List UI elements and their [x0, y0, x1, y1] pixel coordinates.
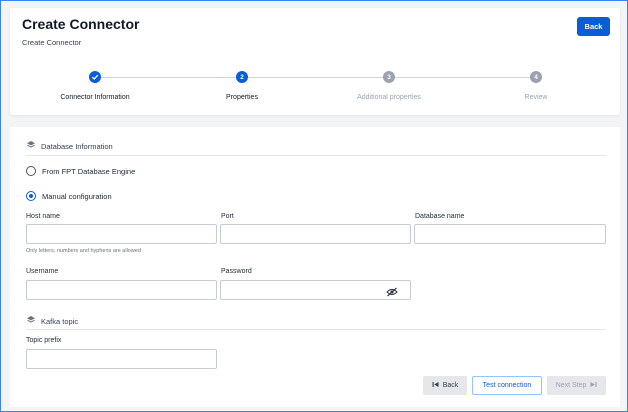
host-name-input[interactable]: [26, 224, 217, 244]
step-connector-line: [248, 77, 389, 78]
skip-back-icon: [432, 381, 439, 390]
step-3-indicator: 3: [383, 71, 395, 83]
step-connector-line: [101, 77, 240, 78]
option-label: From FPT Database Engine: [42, 166, 136, 176]
step-connector-line: [395, 77, 535, 78]
app-frame: Create Connector Create Connector Back 2…: [0, 0, 628, 412]
database-name-label: Database name: [415, 213, 465, 220]
page-header: Create Connector Create Connector Back 2…: [10, 8, 620, 115]
option-fpt-database-engine[interactable]: From FPT Database Engine: [26, 166, 135, 176]
username-input[interactable]: [26, 280, 217, 300]
step-1-check-icon: [89, 71, 101, 83]
next-step-button[interactable]: Next Step: [547, 376, 606, 395]
layers-icon: [26, 140, 36, 152]
option-manual-configuration[interactable]: Manual configuration: [26, 191, 112, 201]
step-4-indicator: 4: [530, 71, 542, 83]
topic-prefix-label: Topic prefix: [26, 337, 62, 344]
section-divider: [26, 155, 606, 156]
host-name-hint: Only letters, numbers and hyphens are al…: [26, 248, 141, 254]
radio-unchecked[interactable]: [26, 166, 36, 176]
radio-checked[interactable]: [26, 191, 36, 201]
test-connection-button[interactable]: Test connection: [472, 376, 542, 395]
step-3-label: Additional properties: [357, 94, 421, 101]
step-2-label: Properties: [226, 94, 258, 101]
step-1-label: Connector Information: [60, 94, 130, 101]
skip-forward-icon: [590, 381, 597, 390]
password-input[interactable]: [220, 280, 411, 300]
step-2-indicator: 2: [236, 71, 248, 83]
footer-back-button[interactable]: Back: [423, 376, 467, 395]
host-name-label: Host name: [26, 213, 60, 220]
kafka-section-header: Kafka topic: [26, 315, 78, 327]
footer-back-label: Back: [442, 382, 459, 389]
database-section-header: Database Information: [26, 140, 113, 152]
port-label: Port: [221, 213, 234, 220]
next-step-label: Next Step: [555, 382, 587, 389]
eye-off-icon[interactable]: [386, 284, 398, 297]
password-label: Password: [221, 268, 252, 275]
database-section-title: Database Information: [41, 141, 113, 151]
layers-icon: [26, 315, 36, 327]
port-input[interactable]: [220, 224, 411, 244]
form-panel: Database Information From FPT Database E…: [10, 127, 620, 407]
username-label: Username: [26, 268, 59, 275]
section-divider: [26, 329, 606, 330]
stepper: 2 3 4 Connector Information Properties A…: [10, 8, 620, 115]
topic-prefix-input[interactable]: [26, 349, 217, 369]
option-label: Manual configuration: [42, 191, 112, 201]
kafka-section-title: Kafka topic: [41, 316, 79, 326]
database-name-input[interactable]: [414, 224, 606, 244]
step-4-label: Review: [524, 94, 548, 101]
